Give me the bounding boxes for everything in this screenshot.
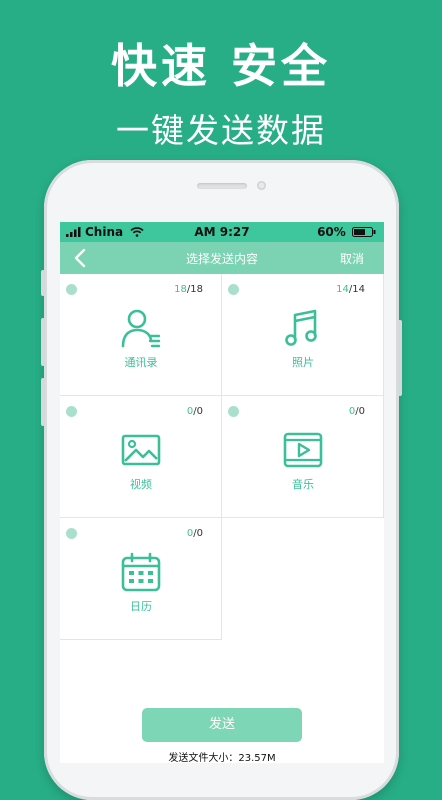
phone-camera	[257, 181, 266, 190]
category-label: 视频	[130, 478, 152, 491]
nav-bar: 选择发送内容 取消	[60, 242, 384, 274]
category-cell-photos[interactable]: 14/14 照片	[222, 274, 384, 396]
phone-side-button	[41, 270, 45, 296]
item-count: 14/14	[336, 284, 365, 295]
total-count: /0	[193, 406, 203, 417]
category-cell-calendar[interactable]: 0/0 日历	[60, 518, 222, 640]
selected-count: 18	[174, 284, 187, 295]
send-button[interactable]: 发送	[142, 708, 302, 742]
music-note-icon	[285, 309, 317, 346]
category-label: 通讯录	[124, 356, 158, 369]
battery-icon	[352, 227, 376, 237]
select-indicator[interactable]	[228, 406, 239, 417]
contacts-icon	[121, 309, 161, 348]
category-cell-video[interactable]: 0/0 视频	[60, 396, 222, 518]
select-indicator[interactable]	[66, 528, 77, 539]
battery-indicator: 60%	[317, 225, 376, 239]
play-video-icon	[283, 432, 323, 468]
category-label: 音乐	[292, 478, 314, 491]
phone-volume-up-button	[41, 318, 45, 366]
category-grid: 18/18 通讯录 14/14 照片 0/0 视频 0/0 音乐 0/0 日历	[60, 274, 384, 640]
app-screen: China AM 9:27 60% 选择发送内容 取消 18/18 通讯录 14…	[60, 222, 384, 763]
selected-count: 14	[336, 284, 349, 295]
category-cell-contacts[interactable]: 18/18 通讯录	[60, 274, 222, 396]
total-count: /0	[193, 528, 203, 539]
total-count: /14	[348, 284, 365, 295]
category-cell-music[interactable]: 0/0 音乐	[222, 396, 384, 518]
item-count: 0/0	[187, 406, 203, 417]
category-label: 照片	[292, 356, 314, 369]
nav-title: 选择发送内容	[185, 252, 258, 266]
battery-percent: 60%	[317, 225, 346, 239]
phone-volume-down-button	[41, 378, 45, 426]
item-count: 0/0	[349, 406, 365, 417]
image-icon	[121, 434, 161, 466]
item-count: 0/0	[187, 528, 203, 539]
phone-speaker	[197, 183, 247, 189]
cancel-button[interactable]: 取消	[340, 250, 364, 267]
select-indicator[interactable]	[66, 406, 77, 417]
select-indicator[interactable]	[228, 284, 239, 295]
promo-title: 快速 安全	[110, 39, 331, 93]
item-count: 18/18	[174, 284, 203, 295]
select-indicator[interactable]	[66, 284, 77, 295]
total-count: /0	[355, 406, 365, 417]
category-label: 日历	[130, 600, 152, 613]
promo-subtitle: 一键发送数据	[116, 111, 326, 150]
status-bar: China AM 9:27 60%	[60, 222, 384, 242]
file-size-info: 发送文件大小：23.57M	[168, 753, 276, 763]
calendar-icon	[121, 552, 161, 592]
phone-power-button	[398, 320, 402, 396]
total-count: /18	[186, 284, 203, 295]
